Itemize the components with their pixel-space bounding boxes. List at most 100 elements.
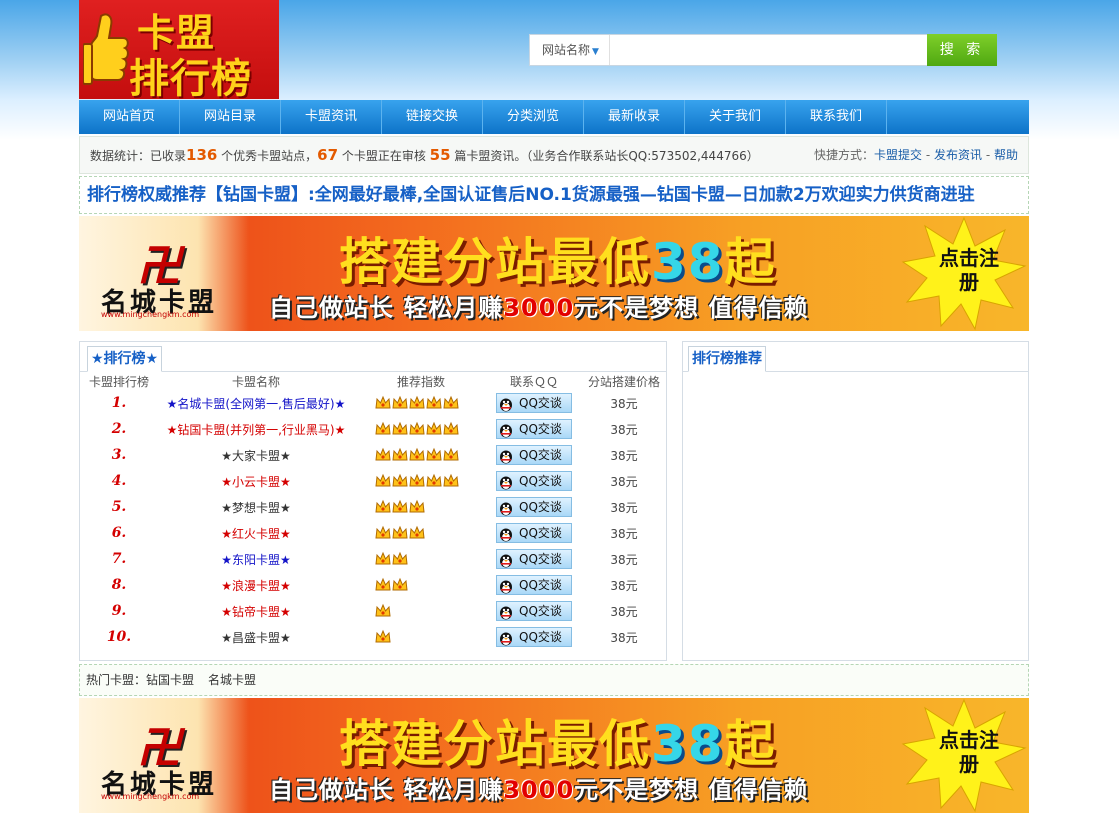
- crown-icon: [443, 447, 459, 463]
- banner-headline-b: 起: [724, 233, 777, 291]
- nav-item[interactable]: 网站首页: [79, 100, 180, 134]
- qq-chat-button[interactable]: QQ交谈: [496, 419, 572, 439]
- tab-recommend[interactable]: 排行榜推荐: [688, 346, 766, 372]
- crown-icon: [375, 525, 391, 541]
- crown-icon: [375, 395, 391, 411]
- hot-link[interactable]: 钻国卡盟: [146, 673, 194, 687]
- qq-chat-button[interactable]: QQ交谈: [496, 601, 572, 621]
- qq-chat-label: QQ交谈: [519, 396, 562, 410]
- banner-subline: 自己做站长 轻松月赚3000元不是梦想 值得信赖: [269, 288, 809, 323]
- qq-chat-button[interactable]: QQ交谈: [496, 627, 572, 647]
- site-name-link[interactable]: ★钻帝卡盟★: [158, 598, 354, 624]
- crown-icon: [409, 499, 425, 515]
- price-value: 38元: [610, 448, 638, 463]
- search-input[interactable]: [612, 37, 922, 63]
- qq-cell: QQ交谈: [488, 624, 580, 650]
- price-value: 38元: [610, 630, 638, 645]
- crown-icon: [426, 447, 442, 463]
- nav-item[interactable]: 最新收录: [584, 100, 685, 134]
- quick-link-news[interactable]: 发布资讯: [934, 148, 982, 162]
- site-logo[interactable]: 卡盟 排行榜: [79, 0, 279, 99]
- qq-cell: QQ交谈: [488, 468, 580, 494]
- qq-chat-button[interactable]: QQ交谈: [496, 445, 572, 465]
- col-header-price: 分站搭建价格: [587, 374, 660, 389]
- crown-icon: [409, 421, 425, 437]
- headline-link[interactable]: 排行榜权威推荐【钻国卡盟】:全网最好最棒,全国认证售后NO.1货源最强—钻国卡盟…: [79, 176, 1029, 214]
- hot-label: 热门卡盟：: [86, 673, 147, 687]
- qq-chat-label: QQ交谈: [519, 578, 562, 592]
- crown-icon: [443, 473, 459, 489]
- rank-number: 10.: [106, 629, 132, 645]
- quick-link-submit[interactable]: 卡盟提交: [874, 148, 922, 162]
- stats-mid1: 个优秀卡盟站点，: [217, 149, 318, 163]
- price-value: 38元: [610, 500, 638, 515]
- site-name-link[interactable]: ★小云卡盟★: [158, 468, 354, 494]
- banner-subline-a: 自己做站长 轻松月赚: [269, 294, 504, 322]
- search-bar: 网站名称 ▼ 搜 索: [529, 34, 997, 66]
- nav-item[interactable]: 网站目录: [180, 100, 281, 134]
- nav-item[interactable]: 分类浏览: [483, 100, 584, 134]
- ranking-tabbar: ★排行榜★: [80, 342, 666, 372]
- nav-item[interactable]: 卡盟资讯: [281, 100, 382, 134]
- promo-banner-top[interactable]: 卍 名城卡盟 www.mingchengkm.com 搭建分站最低38起 自己做…: [79, 216, 1029, 331]
- site-name-link[interactable]: ★浪漫卡盟★: [158, 572, 354, 598]
- price-value: 38元: [610, 604, 638, 619]
- site-count: 136: [186, 146, 218, 164]
- nav-item[interactable]: 链接交换: [382, 100, 483, 134]
- qq-chat-button[interactable]: QQ交谈: [496, 497, 572, 517]
- table-row: 5. ★梦想卡盟★ QQ交谈 38元: [80, 494, 668, 520]
- rank-number: 9.: [111, 603, 127, 619]
- site-name-link[interactable]: ★钻国卡盟(并列第一,行业黑马)★: [158, 416, 354, 442]
- nav-item[interactable]: 关于我们: [685, 100, 786, 134]
- site-name-link[interactable]: ★名城卡盟(全网第一,售后最好)★: [158, 390, 354, 416]
- search-type-select[interactable]: 网站名称 ▼: [530, 35, 610, 65]
- qq-chat-button[interactable]: QQ交谈: [496, 575, 572, 595]
- site-name-link[interactable]: ★红火卡盟★: [158, 520, 354, 546]
- quick-link-help[interactable]: 帮助: [994, 148, 1018, 162]
- tab-ranking[interactable]: ★排行榜★: [87, 346, 163, 372]
- qq-cell: QQ交谈: [488, 520, 580, 546]
- crown-icon: [392, 473, 408, 489]
- stats-prefix: 数据统计：已收录: [90, 149, 187, 163]
- qq-chat-button[interactable]: QQ交谈: [496, 393, 572, 413]
- site-name-link[interactable]: ★梦想卡盟★: [158, 494, 354, 520]
- crown-icon: [409, 525, 425, 541]
- ranking-panel: ★排行榜★ 卡盟排行榜 卡盟名称 推荐指数 联系ＱＱ 分站搭建价格 1. ★名城卡…: [79, 341, 667, 661]
- qq-cell: QQ交谈: [488, 598, 580, 624]
- nav-item[interactable]: 联系我们: [786, 100, 887, 134]
- banner-headline-num: 38: [651, 233, 725, 291]
- ranking-header-row: 卡盟排行榜 卡盟名称 推荐指数 联系ＱＱ 分站搭建价格: [80, 372, 668, 390]
- col-header-rank: 卡盟排行榜: [88, 374, 149, 389]
- site-name-link[interactable]: ★大家卡盟★: [158, 442, 354, 468]
- table-row: 7. ★东阳卡盟★ QQ交谈 38元: [80, 546, 668, 572]
- search-button[interactable]: 搜 索: [927, 34, 997, 66]
- banner-brand-url: www.mingchengkm.com: [101, 792, 200, 801]
- rank-number: 2.: [111, 421, 127, 437]
- hot-link[interactable]: 名城卡盟: [208, 673, 256, 687]
- rank-number: 6.: [111, 525, 127, 541]
- banner-register-text: 点击注册: [939, 246, 999, 294]
- logo-text-line2: 排行榜: [129, 56, 252, 99]
- search-type-label: 网站名称: [542, 43, 591, 57]
- banner-subline-num: 3000: [503, 294, 575, 322]
- qq-chat-button[interactable]: QQ交谈: [496, 549, 572, 569]
- stats-suffix: 篇卡盟资讯。（业务合作联系站长QQ:573502,444766）: [450, 149, 759, 163]
- price-value: 38元: [610, 552, 638, 567]
- qq-penguin-icon: [499, 448, 513, 464]
- thumbs-up-icon: [83, 13, 129, 85]
- chevron-down-icon: ▼: [592, 47, 599, 57]
- rank-number: 5.: [111, 499, 127, 515]
- qq-penguin-icon: [499, 500, 513, 516]
- qq-cell: QQ交谈: [488, 416, 580, 442]
- crown-icon: [392, 577, 408, 593]
- qq-chat-button[interactable]: QQ交谈: [496, 471, 572, 491]
- recommend-tabbar: 排行榜推荐: [683, 342, 1028, 372]
- site-name-link[interactable]: ★东阳卡盟★: [158, 546, 354, 572]
- table-row: 2. ★钻国卡盟(并列第一,行业黑马)★ QQ交谈 38元: [80, 416, 668, 442]
- crown-icon: [392, 395, 408, 411]
- quick-sep: -: [982, 148, 994, 162]
- qq-chat-label: QQ交谈: [519, 474, 562, 488]
- promo-banner-bottom[interactable]: 卍 名城卡盟 www.mingchengkm.com 搭建分站最低38起 自己做…: [79, 698, 1029, 813]
- qq-chat-button[interactable]: QQ交谈: [496, 523, 572, 543]
- site-name-link[interactable]: ★昌盛卡盟★: [158, 624, 354, 650]
